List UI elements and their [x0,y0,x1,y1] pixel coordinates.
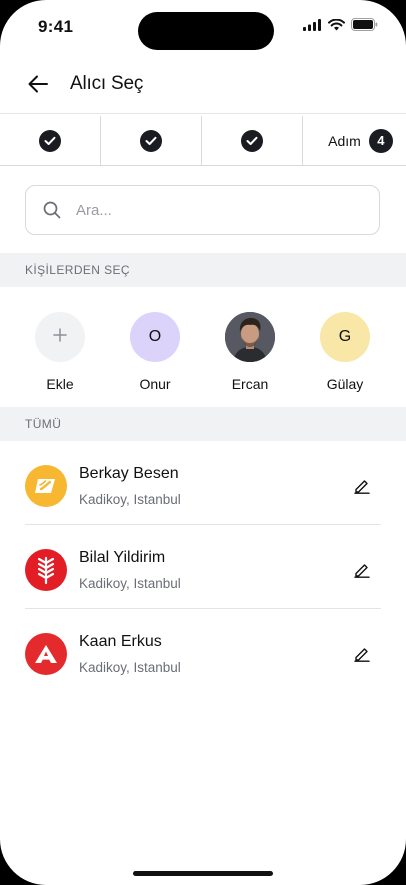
pencil-icon [354,480,370,494]
contact-ercan[interactable]: Ercan [210,312,290,392]
recipient-name: Bilal Yildirim [79,549,166,566]
contact-add[interactable]: Ekle [20,312,100,392]
back-button[interactable] [24,72,52,100]
add-avatar [35,312,85,362]
edit-button[interactable] [351,643,373,665]
step-1-completed [0,116,101,165]
list-item[interactable]: Berkay Besen Kadikoy, Istanbul [25,441,381,525]
check-icon [241,129,263,152]
step-2-completed [101,116,202,165]
arrow-left-icon [28,75,48,98]
contact-name: Ercan [231,376,269,392]
portrait-photo-icon [225,312,275,362]
recipient-location: Kadikoy, Istanbul [79,576,181,591]
recipient-location: Kadikoy, Istanbul [79,492,181,507]
section-header-all: TÜMÜ [0,407,406,441]
contact-name: Onur [139,376,171,392]
plus-icon [53,327,67,347]
bank-logo [25,633,67,675]
step-label: Adım [328,132,361,149]
avatar-initial: O [148,328,162,345]
page-title: Alıcı Seç [70,73,144,94]
check-icon [140,129,162,152]
pencil-icon [354,564,370,578]
bank-logo [25,465,67,507]
wheat-icon [37,556,55,585]
status-time: 9:41 [38,17,74,36]
letter-a-icon [35,645,57,663]
avatar: G [320,312,370,362]
edit-button[interactable] [351,559,373,581]
wifi-icon [328,18,345,36]
dynamic-island [138,12,274,50]
search-icon [42,200,62,220]
bank-logo [25,549,67,591]
avatar: O [130,312,180,362]
status-bar: 9:41 [0,0,406,54]
contact-gulay[interactable]: G Gülay [305,312,385,392]
card-icon [35,479,55,493]
phone-screen: 9:41 Alıcı Seç Adım 4 Ara... KİŞİLERDEN … [0,0,406,885]
home-indicator[interactable] [133,871,273,876]
edit-button[interactable] [351,475,373,497]
contact-name: Gülay [326,376,364,392]
list-item[interactable]: Bilal Yildirim Kadikoy, Istanbul [25,525,381,609]
section-header-contacts: KİŞİLERDEN SEÇ [0,253,406,287]
avatar-photo [225,312,275,362]
cellular-signal-icon [303,18,322,36]
pencil-icon [354,648,370,662]
recipient-name: Kaan Erkus [79,633,162,650]
search-box[interactable] [25,185,380,235]
recipient-list: Berkay Besen Kadikoy, Istanbul Bilal Yil… [0,441,406,693]
avatar-initial: G [338,328,352,345]
recipient-location: Kadikoy, Istanbul [79,660,181,675]
step-current: Adım 4 [303,116,406,165]
contact-name: Ekle [46,376,74,392]
recipient-name: Berkay Besen [79,465,179,482]
contacts-carousel: Ekle O Onur Ercan G Gülay [0,288,406,406]
status-icons [303,18,378,36]
stepper: Adım 4 [0,116,406,166]
header: Alıcı Seç [0,58,406,114]
check-icon [39,129,61,152]
step-number-badge: 4 [368,128,393,153]
list-item[interactable]: Kaan Erkus Kadikoy, Istanbul [25,609,381,693]
battery-icon [351,18,378,36]
step-3-completed [202,116,303,165]
search-input[interactable] [76,201,336,219]
contact-onur[interactable]: O Onur [115,312,195,392]
